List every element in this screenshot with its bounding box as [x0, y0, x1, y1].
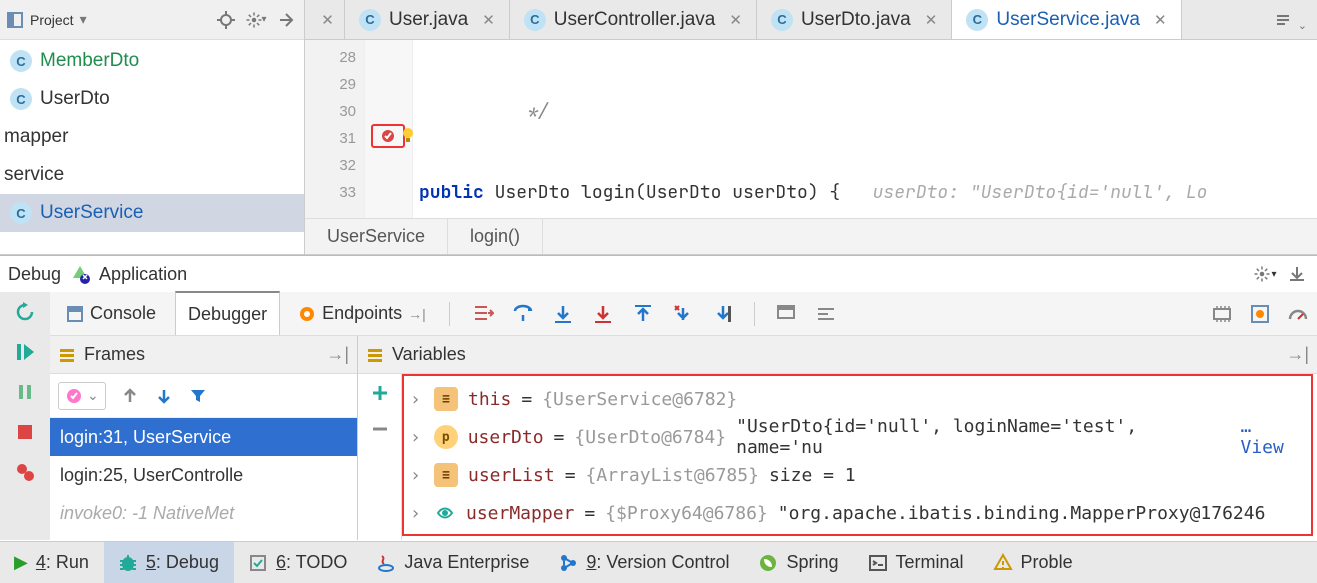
variables-options-icon[interactable]: →| [1286, 344, 1309, 365]
run-to-cursor-icon[interactable] [710, 301, 736, 327]
tab-userdto[interactable]: CUserDto.java✕ [757, 0, 952, 39]
tab-user[interactable]: CUser.java✕ [345, 0, 510, 39]
java-ee-tool[interactable]: Java Enterprise [362, 542, 544, 583]
pause-icon[interactable] [11, 378, 39, 406]
tree-item-memberdto[interactable]: CMemberDto [0, 42, 304, 80]
frame-row[interactable]: login:31, UserService [50, 418, 357, 456]
step-out-icon[interactable] [630, 301, 656, 327]
console-tab[interactable]: Console [54, 292, 169, 336]
stop-icon[interactable] [11, 418, 39, 446]
frame-row[interactable]: login:25, UserControlle [50, 456, 357, 494]
debug-side-toolbar [0, 292, 50, 540]
frames-icon [58, 346, 76, 364]
collapse-icon[interactable] [274, 8, 298, 32]
frames-pane: Frames →| ⌄ login:31, UserService login:2… [50, 336, 358, 540]
tree-item-userdto[interactable]: CUserDto [0, 80, 304, 118]
tree-item-mapper[interactable]: mapper [0, 118, 304, 156]
version-control-tool[interactable]: 9: Version Control [544, 542, 744, 583]
run-tool[interactable]: ▶4: Run [0, 542, 104, 583]
view-breakpoints-icon[interactable] [11, 458, 39, 486]
debug-export-icon[interactable] [1285, 262, 1309, 286]
debug-gear-icon[interactable]: ▾ [1253, 262, 1277, 286]
status-bar: ▶4: Run 5: Debug 6: TODO Java Enterprise… [0, 541, 1317, 583]
show-execution-point-icon[interactable] [470, 301, 496, 327]
project-header: Project ▾ ▾ [0, 0, 304, 40]
tree-item-userservice[interactable]: CUserService [0, 194, 304, 232]
gauge-icon[interactable] [1287, 303, 1309, 325]
drop-frame-icon[interactable] [670, 301, 696, 327]
variables-pane: Variables →| ›≡this = {UserService@6782} … [358, 336, 1317, 540]
view-link[interactable]: … View [1241, 416, 1306, 458]
debugger-tab[interactable]: Debugger [175, 291, 280, 335]
editor-tabs: ✕ CUser.java✕ CUserController.java✕ CUse… [305, 0, 1317, 40]
frames-list[interactable]: login:31, UserService login:25, UserCont… [50, 418, 357, 540]
variables-icon [366, 346, 384, 364]
intention-bulb-icon[interactable] [399, 126, 417, 144]
debug-config-icon[interactable] [69, 263, 91, 285]
debug-panel-header: Debug Application ▾ [0, 256, 1317, 292]
variable-row[interactable]: ›≡userList = {ArrayList@6785} size = 1 [410, 456, 1305, 494]
editor: ✕ CUser.java✕ CUserController.java✕ CUse… [305, 0, 1317, 254]
variable-row[interactable]: ›puserDto = {UserDto@6784} "UserDto{id='… [410, 418, 1305, 456]
rerun-icon[interactable] [11, 298, 39, 326]
project-pane: Project ▾ ▾ CMemberDto CUserDto mapper s… [0, 0, 305, 254]
frames-title: Frames [84, 344, 145, 365]
variables-list[interactable]: ›≡this = {UserService@6782} ›puserDto = … [402, 374, 1313, 536]
memory-icon[interactable] [1211, 303, 1233, 325]
tree-item-service[interactable]: service [0, 156, 304, 194]
terminal-tool[interactable]: Terminal [854, 542, 979, 583]
evaluate-expression-icon[interactable] [773, 301, 799, 327]
project-title[interactable]: Project ▾ [6, 11, 208, 29]
variables-side-toolbar [358, 374, 402, 540]
problems-tool[interactable]: Proble [979, 542, 1088, 583]
tab-close-left[interactable]: ✕ [305, 0, 345, 39]
project-tree[interactable]: CMemberDto CUserDto mapper service CUser… [0, 40, 304, 254]
force-step-into-icon[interactable] [590, 301, 616, 327]
breadcrumb: UserService login() [305, 218, 1317, 254]
debug-config-name[interactable]: Application [99, 264, 187, 285]
debug-panel: Debug Application ▾ Console Debugger End… [0, 255, 1317, 540]
step-into-icon[interactable] [550, 301, 576, 327]
add-watch-icon[interactable] [369, 382, 391, 404]
variables-title: Variables [392, 344, 466, 365]
code-area[interactable]: */ public UserDto login(UserDto userDto)… [413, 40, 1317, 218]
todo-tool[interactable]: 6: TODO [234, 542, 362, 583]
trace-icon[interactable] [813, 301, 839, 327]
overhead-icon[interactable] [1249, 303, 1271, 325]
endpoints-tab[interactable]: Endpoints→| [286, 292, 439, 336]
remove-watch-icon[interactable] [369, 418, 391, 440]
resume-icon[interactable] [11, 338, 39, 366]
step-over-icon[interactable] [510, 301, 536, 327]
filter-frames-icon[interactable] [188, 386, 208, 406]
prev-frame-icon[interactable] [120, 386, 140, 406]
gear-icon[interactable]: ▾ [244, 8, 268, 32]
frames-options-icon[interactable]: →| [326, 344, 349, 365]
next-frame-icon[interactable] [154, 386, 174, 406]
frame-row[interactable]: invoke0: -1 NativeMet [50, 494, 357, 532]
crumb-class[interactable]: UserService [305, 219, 448, 254]
debug-tool[interactable]: 5: Debug [104, 542, 234, 583]
tab-userservice[interactable]: CUserService.java✕ [952, 0, 1181, 39]
debug-title: Debug [8, 264, 61, 285]
locate-icon[interactable] [214, 8, 238, 32]
editor-gutter[interactable]: 28 29 30 31 32 33 [305, 40, 365, 218]
variable-row[interactable]: ›userMapper = {$Proxy64@6786} "org.apach… [410, 494, 1305, 532]
debug-toolbar: Console Debugger Endpoints→| [50, 292, 1317, 336]
crumb-method[interactable]: login() [448, 219, 543, 254]
spring-tool[interactable]: Spring [744, 542, 853, 583]
variable-row[interactable]: ›≡this = {UserService@6782} [410, 380, 1305, 418]
tab-usercontroller[interactable]: CUserController.java✕ [510, 0, 757, 39]
thread-selector[interactable]: ⌄ [58, 382, 106, 410]
gutter-icons [365, 40, 413, 218]
tab-options-icon[interactable]: ⌄ [1266, 0, 1317, 39]
